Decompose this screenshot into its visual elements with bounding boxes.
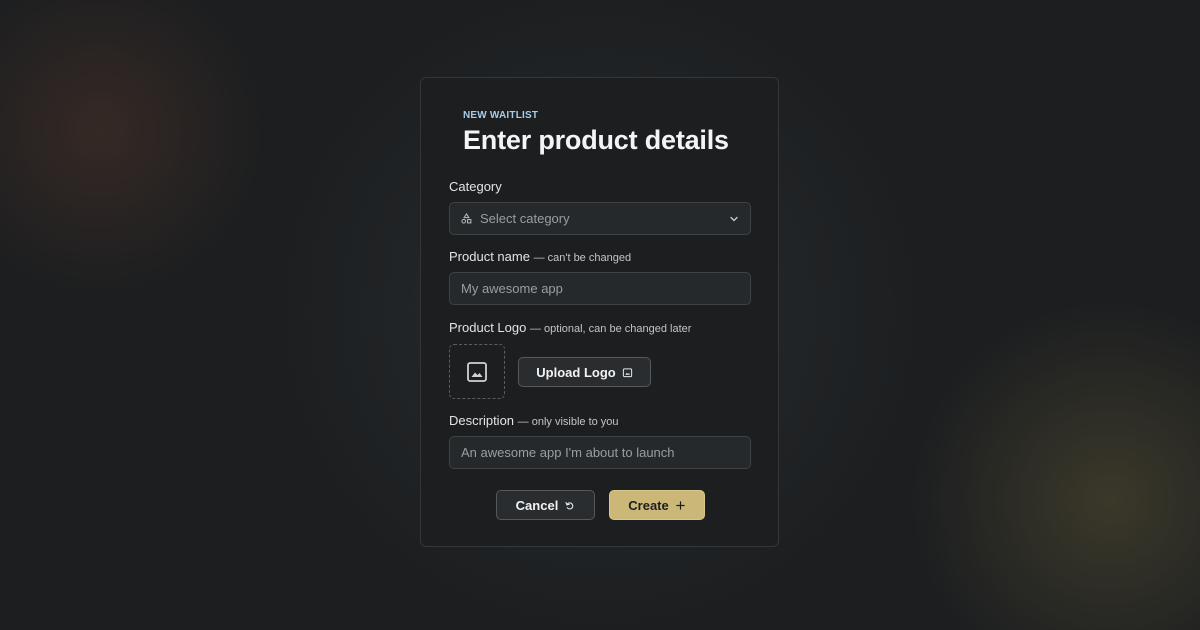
category-select[interactable]: Select category	[449, 202, 751, 235]
product-logo-hint: — optional, can be changed later	[529, 323, 692, 335]
product-name-label-text: Product name	[449, 249, 530, 264]
create-label: Create	[628, 497, 669, 513]
image-upload-icon	[622, 367, 632, 377]
shapes-icon	[461, 213, 472, 224]
cancel-label: Cancel	[515, 497, 559, 513]
undo-icon	[565, 501, 574, 509]
category-label: Category	[449, 179, 502, 194]
description-input[interactable]: An awesome app I'm about to launch	[449, 436, 751, 469]
description-placeholder: An awesome app I'm about to launch	[461, 445, 675, 460]
product-name-input[interactable]: My awesome app	[449, 272, 751, 305]
upload-logo-label: Upload Logo	[536, 364, 616, 380]
description-label: Description — only visible to you	[449, 413, 619, 428]
dialog-title: Enter product details	[463, 125, 729, 155]
product-name-label: Product name — can't be changed	[449, 249, 631, 264]
product-name-hint: — can't be changed	[533, 252, 632, 264]
logo-preview[interactable]	[449, 344, 505, 399]
upload-logo-button[interactable]: Upload Logo	[518, 357, 651, 387]
product-name-placeholder: My awesome app	[461, 281, 563, 296]
description-hint: — only visible to you	[517, 416, 619, 428]
category-label-text: Category	[449, 179, 502, 194]
product-logo-label: Product Logo — optional, can be changed …	[449, 320, 691, 335]
cancel-button[interactable]: Cancel	[496, 490, 595, 520]
plus-icon	[675, 500, 685, 510]
new-waitlist-dialog: NEW WAITLIST Enter product details Categ…	[420, 77, 779, 547]
category-select-value: Select category	[480, 211, 570, 226]
dialog-eyebrow: NEW WAITLIST	[463, 110, 539, 121]
product-logo-label-text: Product Logo	[449, 320, 527, 335]
chevron-down-icon	[730, 216, 738, 221]
create-button[interactable]: Create	[609, 490, 705, 520]
image-icon	[467, 361, 487, 382]
description-label-text: Description	[449, 413, 515, 428]
